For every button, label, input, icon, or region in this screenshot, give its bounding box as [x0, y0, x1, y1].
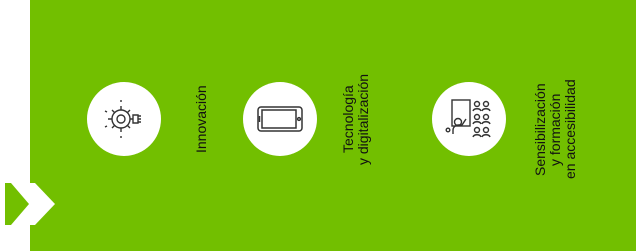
- icon-circle: [87, 82, 161, 156]
- page: Innovación Tecnología y digitalización S…: [0, 0, 636, 251]
- item-label: Innovación: [193, 85, 209, 153]
- training-audience-icon: [445, 99, 491, 138]
- item-label: Sensibilización y formación en accesibil…: [532, 79, 578, 180]
- double-chevron-right-icon: [5, 183, 55, 225]
- item-label: Tecnología y digitalización: [340, 73, 371, 165]
- icon-circle: [243, 82, 317, 156]
- green-panel: Innovación Tecnología y digitalización S…: [30, 0, 636, 251]
- gear-lightbulb-icon: [104, 100, 141, 138]
- tablet-icon: [257, 106, 303, 132]
- icon-circle: [432, 82, 506, 156]
